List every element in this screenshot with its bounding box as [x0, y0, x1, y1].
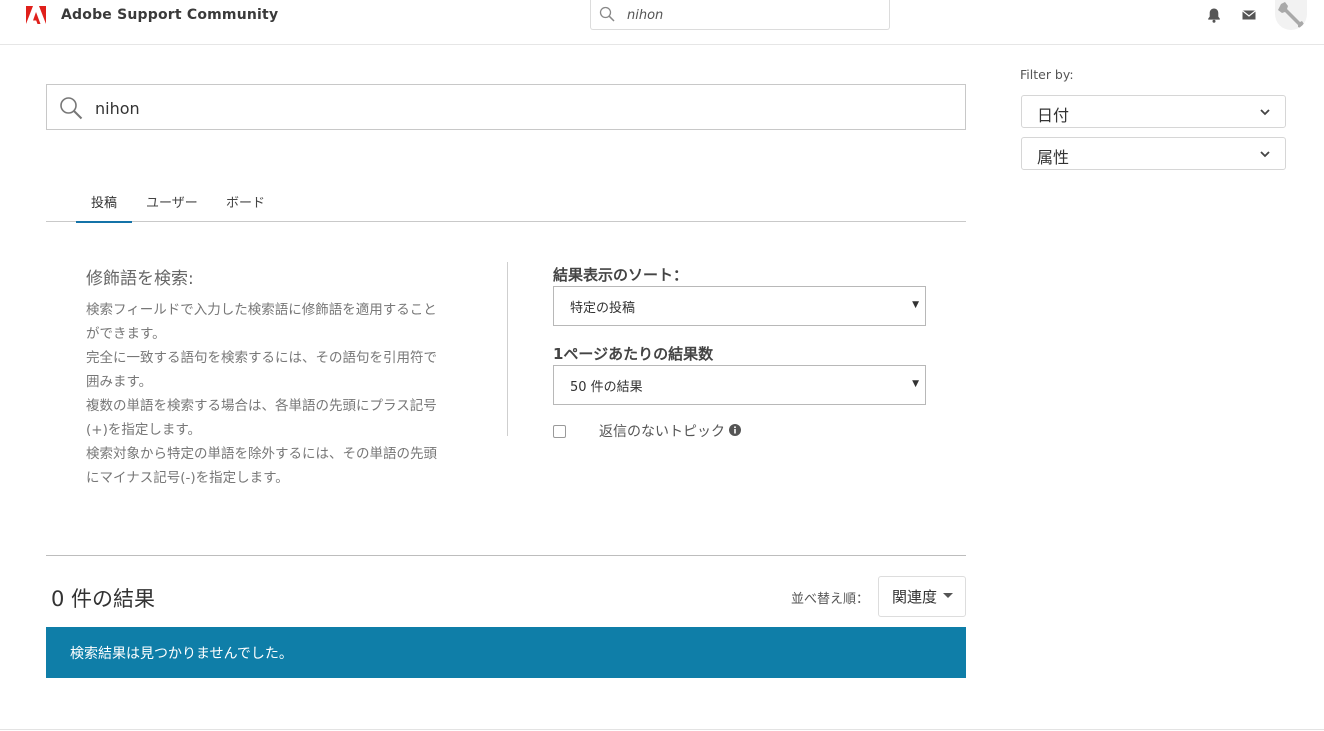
- adobe-logo-icon[interactable]: [26, 6, 46, 24]
- search-icon: [60, 97, 83, 120]
- filter-date-label: 日付: [1037, 106, 1070, 125]
- help-line: にマイナス記号(-)を指定します。: [86, 470, 289, 486]
- no-reply-topics-label[interactable]: 返信のないトピック: [599, 421, 725, 441]
- search-tabs: 投稿 ユーザー ボード: [46, 184, 966, 223]
- filter-by-label: Filter by:: [1020, 67, 1074, 82]
- filter-date-dropdown[interactable]: 日付: [1021, 95, 1286, 128]
- results-per-page-label: 1ページあたりの結果数: [553, 345, 714, 363]
- search-modifiers-help: 検索フィールドで入力した検索語に修飾語を適用すること ができます。 完全に一致す…: [86, 298, 458, 490]
- sort-results-select[interactable]: 特定の投稿 ▼: [553, 286, 926, 326]
- top-header: Adobe Support Community: [0, 0, 1324, 45]
- no-results-message: 検索結果は見つかりませんでした。: [70, 646, 293, 662]
- user-avatar[interactable]: [1275, 0, 1307, 30]
- column-divider: [507, 262, 508, 436]
- chevron-down-icon: [1260, 151, 1270, 158]
- sort-results-label: 結果表示のソート：: [553, 266, 689, 284]
- tab-users[interactable]: ユーザー: [146, 192, 198, 221]
- main-search-box[interactable]: [46, 84, 966, 130]
- help-line: ができます。: [86, 326, 166, 342]
- sort-by-dropdown[interactable]: 関連度: [878, 576, 966, 617]
- results-divider: [46, 555, 966, 556]
- filter-attribute-label: 属性: [1037, 148, 1070, 167]
- wrench-icon: [1278, 2, 1304, 28]
- footer-divider: [0, 729, 1324, 730]
- caret-down-icon: ▼: [912, 379, 919, 389]
- caret-down-icon: ▼: [912, 300, 919, 310]
- tab-boards[interactable]: ボード: [226, 192, 265, 221]
- no-reply-topics-checkbox[interactable]: [553, 425, 566, 438]
- mail-icon[interactable]: [1241, 7, 1257, 23]
- header-search-box[interactable]: [590, 0, 890, 30]
- results-per-page-select[interactable]: 50 件の結果 ▼: [553, 365, 926, 405]
- sort-by-label: 並べ替え順：: [791, 592, 870, 607]
- sort-results-value: 特定の投稿: [570, 301, 636, 316]
- help-line: 囲みます。: [86, 374, 153, 390]
- search-modifiers-title: 修飾語を検索:: [86, 269, 194, 289]
- results-per-page-value: 50 件の結果: [570, 380, 643, 395]
- tab-posts[interactable]: 投稿: [76, 192, 133, 223]
- info-icon[interactable]: [729, 424, 741, 436]
- notification-bell-icon[interactable]: [1206, 7, 1222, 23]
- no-results-banner: 検索結果は見つかりませんでした。: [46, 627, 966, 678]
- header-search-input[interactable]: [627, 4, 877, 26]
- search-icon: [599, 6, 615, 22]
- help-line: 検索対象から特定の単語を除外するには、その単語の先頭: [86, 446, 437, 462]
- sort-by-value: 関連度: [892, 588, 938, 606]
- help-line: 完全に一致する語句を検索するには、その語句を引用符で: [86, 350, 437, 366]
- help-line: 複数の単語を検索する場合は、各単語の先頭にプラス記号: [86, 398, 437, 414]
- brand-name[interactable]: Adobe Support Community: [61, 7, 278, 23]
- filter-attribute-dropdown[interactable]: 属性: [1021, 137, 1286, 170]
- chevron-down-icon: [1260, 109, 1270, 116]
- help-line: (+)を指定します。: [86, 422, 201, 438]
- main-search-input[interactable]: [95, 95, 945, 121]
- caret-down-icon: [943, 593, 953, 598]
- results-count: 0 件の結果: [51, 587, 156, 611]
- help-line: 検索フィールドで入力した検索語に修飾語を適用すること: [86, 302, 437, 318]
